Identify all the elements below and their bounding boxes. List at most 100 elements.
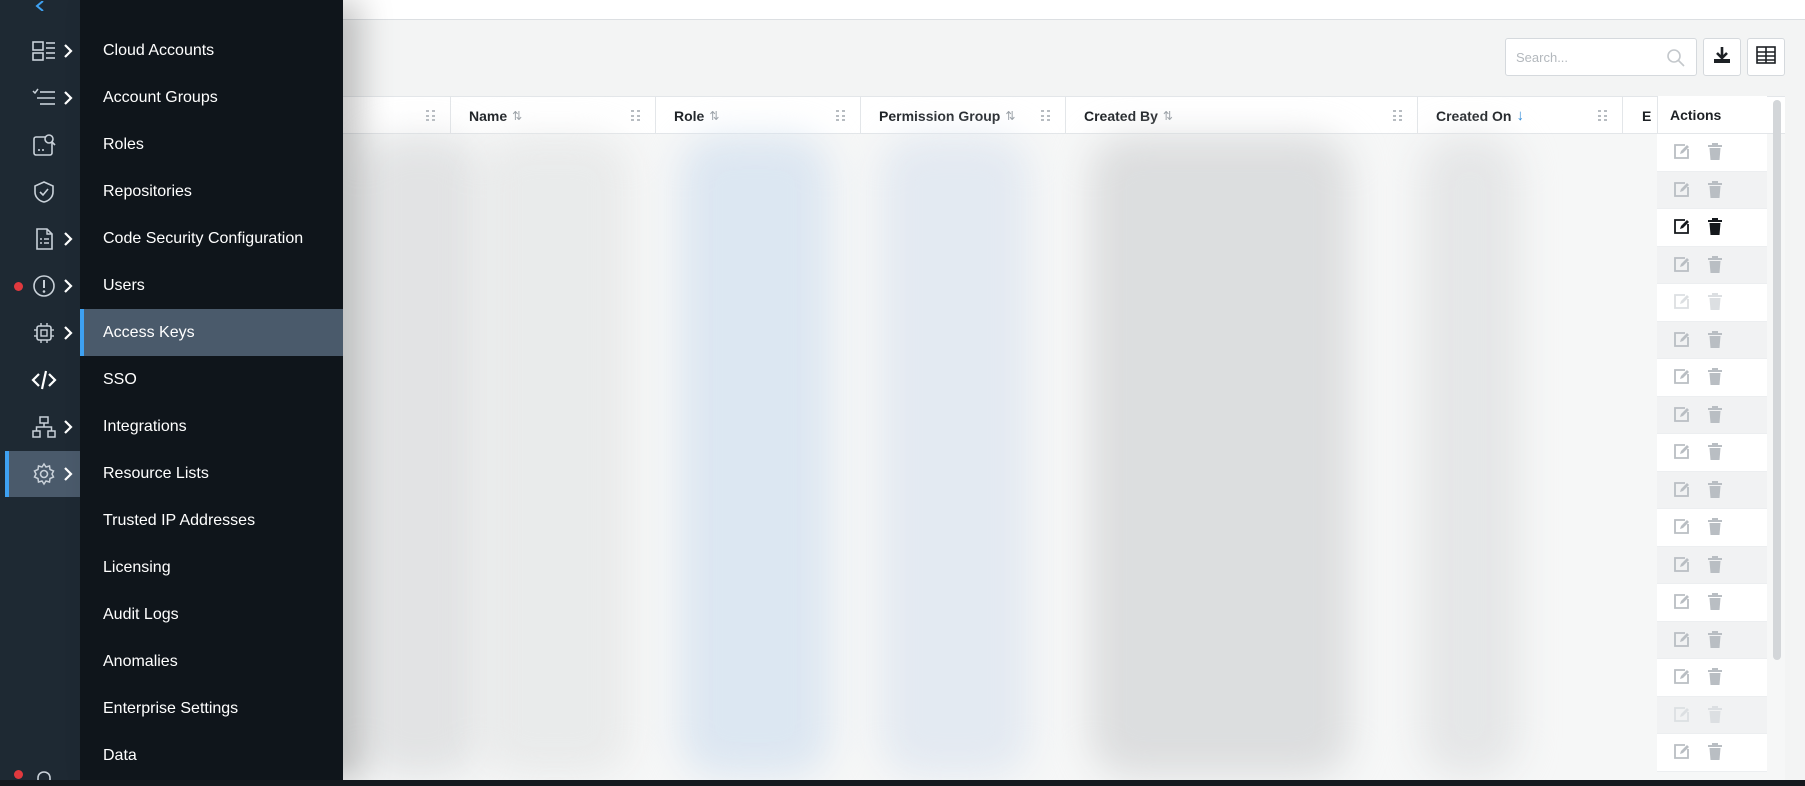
action-row bbox=[1657, 509, 1767, 547]
edit-icon[interactable] bbox=[1671, 517, 1691, 537]
trash-icon[interactable] bbox=[1705, 667, 1725, 687]
trash-icon[interactable] bbox=[1705, 517, 1725, 537]
download-button[interactable] bbox=[1703, 38, 1741, 76]
edit-icon[interactable] bbox=[1671, 667, 1691, 687]
rail-item-investigate[interactable] bbox=[5, 122, 80, 168]
menu-item-label: Roles bbox=[103, 135, 144, 153]
menu-item-data[interactable]: Data bbox=[80, 732, 343, 779]
sort-desc-icon[interactable]: ↓ bbox=[1516, 107, 1524, 124]
trash-icon[interactable] bbox=[1705, 292, 1725, 312]
trash-icon[interactable] bbox=[1705, 367, 1725, 387]
action-row bbox=[1657, 321, 1767, 359]
menu-item-access-keys[interactable]: Access Keys bbox=[80, 309, 343, 356]
action-row bbox=[1657, 696, 1767, 734]
search-icon[interactable] bbox=[1666, 48, 1686, 73]
alert-icon bbox=[31, 274, 57, 298]
menu-item-repositories[interactable]: Repositories bbox=[80, 168, 343, 215]
columns-button[interactable] bbox=[1747, 38, 1785, 76]
edit-icon[interactable] bbox=[1671, 442, 1691, 462]
drag-handle-icon[interactable] bbox=[836, 110, 846, 122]
edit-icon[interactable] bbox=[1671, 367, 1691, 387]
edit-icon[interactable] bbox=[1671, 330, 1691, 350]
edit-icon[interactable] bbox=[1671, 480, 1691, 500]
edit-icon[interactable] bbox=[1671, 555, 1691, 575]
edit-icon[interactable] bbox=[1671, 592, 1691, 612]
list-check-icon bbox=[31, 86, 57, 110]
edit-icon[interactable] bbox=[1671, 217, 1691, 237]
drag-handle-icon[interactable] bbox=[426, 110, 436, 122]
blurred-cells bbox=[360, 136, 480, 776]
drag-handle-icon[interactable] bbox=[1598, 110, 1608, 122]
edit-icon[interactable] bbox=[1671, 255, 1691, 275]
collapse-arrow-icon[interactable] bbox=[34, 0, 48, 16]
menu-item-label: Resource Lists bbox=[103, 464, 209, 482]
drag-handle-icon[interactable] bbox=[1041, 110, 1051, 122]
menu-item-resource-lists[interactable]: Resource Lists bbox=[80, 450, 343, 497]
menu-item-anomalies[interactable]: Anomalies bbox=[80, 638, 343, 685]
column-header-name[interactable]: Name ⇅ bbox=[451, 97, 656, 134]
column-header-role[interactable]: Role ⇅ bbox=[656, 97, 861, 134]
action-row bbox=[1657, 396, 1767, 434]
edit-icon[interactable] bbox=[1671, 292, 1691, 312]
trash-icon[interactable] bbox=[1705, 330, 1725, 350]
chevron-right-icon bbox=[63, 231, 73, 247]
rail-item-report-doc[interactable] bbox=[5, 216, 80, 262]
sort-icon[interactable]: ⇅ bbox=[1005, 109, 1015, 123]
edit-icon[interactable] bbox=[1671, 142, 1691, 162]
menu-item-code-security-configuration[interactable]: Code Security Configuration bbox=[80, 215, 343, 262]
rail-item-compute-chip[interactable] bbox=[5, 310, 80, 356]
trash-icon[interactable] bbox=[1705, 217, 1725, 237]
column-header-created-by[interactable]: Created By ⇅ bbox=[1066, 97, 1418, 134]
menu-item-account-groups[interactable]: Account Groups bbox=[80, 74, 343, 121]
trash-icon[interactable] bbox=[1705, 555, 1725, 575]
drag-handle-icon[interactable] bbox=[631, 110, 641, 122]
menu-item-licensing[interactable]: Licensing bbox=[80, 544, 343, 591]
action-row bbox=[1657, 359, 1767, 397]
trash-icon[interactable] bbox=[1705, 705, 1725, 725]
menu-item-trusted-ip-addresses[interactable]: Trusted IP Addresses bbox=[80, 497, 343, 544]
trash-icon[interactable] bbox=[1705, 592, 1725, 612]
column-label: Actions bbox=[1670, 106, 1722, 123]
menu-item-integrations[interactable]: Integrations bbox=[80, 403, 343, 450]
menu-item-users[interactable]: Users bbox=[80, 262, 343, 309]
settings-gear-icon bbox=[31, 462, 57, 486]
menu-item-enterprise-settings[interactable]: Enterprise Settings bbox=[80, 685, 343, 732]
sort-icon[interactable]: ⇅ bbox=[709, 109, 719, 123]
trash-icon[interactable] bbox=[1705, 405, 1725, 425]
rail-item-dashboard[interactable] bbox=[5, 28, 80, 74]
menu-item-cloud-accounts[interactable]: Cloud Accounts bbox=[80, 27, 343, 74]
edit-icon[interactable] bbox=[1671, 180, 1691, 200]
column-header-created-on[interactable]: Created On ↓ bbox=[1418, 97, 1623, 134]
search-box[interactable] bbox=[1505, 38, 1697, 76]
column-header-blank[interactable] bbox=[343, 97, 451, 134]
blurred-cells bbox=[1420, 136, 1520, 776]
rail-item-list-check[interactable] bbox=[5, 75, 80, 121]
trash-icon[interactable] bbox=[1705, 630, 1725, 650]
rail-item-settings-gear[interactable] bbox=[5, 451, 80, 497]
trash-icon[interactable] bbox=[1705, 142, 1725, 162]
menu-item-audit-logs[interactable]: Audit Logs bbox=[80, 591, 343, 638]
edit-icon[interactable] bbox=[1671, 405, 1691, 425]
sort-icon[interactable]: ⇅ bbox=[1163, 109, 1173, 123]
menu-item-sso[interactable]: SSO bbox=[80, 356, 343, 403]
search-input[interactable] bbox=[1506, 39, 1656, 75]
sort-icon[interactable]: ⇅ bbox=[512, 109, 522, 123]
rail-item-shield-check[interactable] bbox=[5, 169, 80, 215]
trash-icon[interactable] bbox=[1705, 742, 1725, 762]
column-header-permission-group[interactable]: Permission Group ⇅ bbox=[861, 97, 1066, 134]
investigate-icon bbox=[31, 133, 57, 157]
rail-item-code[interactable] bbox=[5, 357, 80, 403]
drag-handle-icon[interactable] bbox=[1393, 110, 1403, 122]
trash-icon[interactable] bbox=[1705, 180, 1725, 200]
vertical-scrollbar[interactable] bbox=[1773, 100, 1781, 660]
rail-item-network[interactable] bbox=[5, 404, 80, 450]
edit-icon[interactable] bbox=[1671, 705, 1691, 725]
trash-icon[interactable] bbox=[1705, 442, 1725, 462]
menu-item-label: Trusted IP Addresses bbox=[103, 511, 256, 529]
menu-item-label: Account Groups bbox=[103, 88, 218, 106]
edit-icon[interactable] bbox=[1671, 630, 1691, 650]
edit-icon[interactable] bbox=[1671, 742, 1691, 762]
menu-item-roles[interactable]: Roles bbox=[80, 121, 343, 168]
trash-icon[interactable] bbox=[1705, 255, 1725, 275]
trash-icon[interactable] bbox=[1705, 480, 1725, 500]
